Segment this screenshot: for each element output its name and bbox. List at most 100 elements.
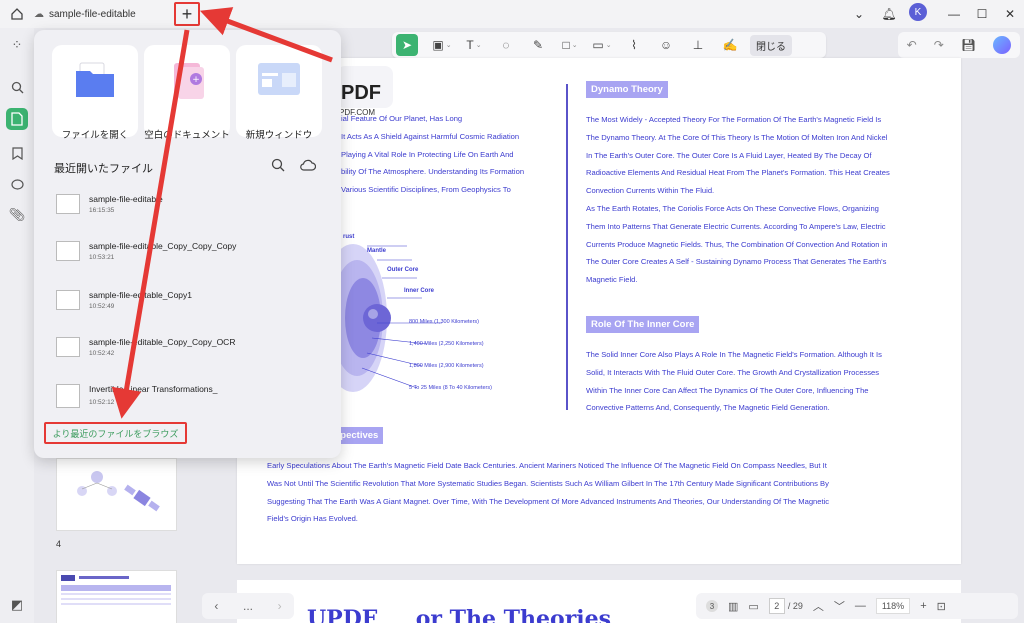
file-thumbnail	[56, 337, 80, 357]
chevron-up-icon[interactable]: ︿	[813, 598, 824, 614]
close-button[interactable]: 閉じる	[750, 34, 792, 56]
open-file-tile[interactable]: ファイルを開く	[52, 45, 138, 141]
text-line: Radioactive Elements And Residual Heat F…	[586, 168, 890, 178]
search-icon[interactable]	[268, 155, 288, 175]
maximize-icon[interactable]: ☐	[971, 3, 993, 25]
right-toolbar: ↶ ↷ 💾︎	[898, 32, 1020, 58]
fit-page-icon[interactable]: ⊡	[937, 600, 946, 613]
recent-file-item[interactable]: sample-file-editable 16:15:35	[54, 192, 324, 236]
shape-tool-icon[interactable]: □ ⌄	[554, 34, 586, 56]
notification-icon[interactable]: 🔔︎	[878, 3, 900, 25]
left-sidebar: ⁘ 📎︎ ◩	[0, 28, 34, 623]
chevron-left-icon[interactable]: ‹	[214, 599, 218, 613]
sticker-tool-icon[interactable]: ☺	[650, 34, 682, 56]
text-line: Convective Patterns And, Consequently, T…	[586, 403, 830, 413]
save-icon[interactable]: 💾︎	[961, 38, 976, 52]
recent-file-item[interactable]: sample-file-editable_Copy_Copy_OCR 10:52…	[54, 335, 324, 379]
home-icon[interactable]	[6, 3, 28, 25]
badge-count: 3	[706, 600, 718, 612]
text-line: The Solid Inner Core Also Plays A Role I…	[586, 350, 882, 359]
apps-grid-icon[interactable]: ⁘	[6, 34, 28, 56]
cloud-icon[interactable]	[298, 155, 318, 175]
redo-icon[interactable]: ↷	[934, 38, 944, 52]
text-line: Convection Currents Within The Fluid.	[586, 186, 715, 196]
minimize-icon[interactable]: —	[943, 3, 965, 25]
more-button[interactable]: ...	[243, 599, 253, 613]
select-tool-icon[interactable]: ➤	[396, 34, 418, 56]
text-line: The Dynamo Theory. At The Core Of This T…	[586, 132, 888, 142]
layers-icon[interactable]: ◩	[6, 594, 28, 616]
browse-recent-files-link[interactable]: より最近のファイルをブラウズ	[44, 422, 187, 444]
text-line: Suggesting That The Earth Was A Giant Ma…	[267, 496, 830, 506]
presentation-icon[interactable]: ▭	[748, 600, 758, 613]
file-time: 10:52:12	[89, 399, 115, 406]
chevron-down-icon[interactable]: ﹀	[834, 598, 845, 614]
file-time: 10:52:49	[89, 303, 115, 310]
page-thumbnail[interactable]	[56, 570, 177, 623]
document-tab[interactable]: ☁ sample-file-editable	[34, 2, 164, 26]
comment-tool-icon[interactable]: ◌	[490, 34, 522, 56]
zoom-level[interactable]: 118%	[875, 598, 911, 614]
zoom-in-icon[interactable]: +	[920, 600, 926, 612]
add-tab-button[interactable]: +	[174, 2, 200, 26]
open-file-label: ファイルを開く	[61, 130, 129, 141]
search-icon[interactable]	[6, 76, 28, 98]
plus-icon: +	[181, 3, 193, 24]
page-nav-right: 3 ▥ ▭ 2 / 29 ︿ ﹀ — 118% + ⊡	[696, 593, 1018, 619]
attach-tool-icon[interactable]: ⌇	[618, 34, 650, 56]
text-line: Solid, It Interacts With The Fluid Outer…	[586, 367, 880, 377]
perspectives-paragraph: Early Speculations About The Earth's Mag…	[267, 457, 829, 528]
page-nav-left: ‹ ... ›	[202, 593, 294, 619]
undo-icon[interactable]: ↶	[907, 38, 917, 52]
diagram-distance-2: 1,400 Miles (2,250 Kilometers)	[409, 341, 484, 347]
highlight-pen-icon[interactable]: ✎	[522, 34, 554, 56]
avatar[interactable]: K	[909, 3, 927, 21]
file-name: sample-file-editable_Copy_Copy_OCR	[89, 337, 236, 347]
new-window-tile[interactable]: 新規ウィンドウ	[236, 45, 322, 141]
file-time: 16:15:35	[89, 207, 115, 214]
current-page-input[interactable]: 2	[768, 598, 785, 614]
text-line: Field's Origin Has Evolved.	[267, 514, 358, 524]
bookmark-icon[interactable]	[6, 142, 28, 164]
ai-assistant-icon[interactable]	[993, 36, 1012, 54]
signature-tool-icon[interactable]: ✍	[714, 34, 746, 56]
inner-core-paragraph: The Solid Inner Core Also Plays A Role I…	[586, 346, 882, 417]
text-line: The Outer Core Creates A Self - Sustaini…	[586, 257, 887, 267]
tab-title: sample-file-editable	[49, 8, 136, 20]
zoom-out-icon[interactable]: —	[855, 600, 866, 612]
text-tool-icon[interactable]: T ⌄	[458, 34, 490, 56]
edit-toolbar: ➤ ▣ ⌄ T ⌄ ◌ ✎ □ ⌄ ▭ ⌄ ⌇ ☺ ⊥ ✍ 閉じる	[392, 32, 826, 58]
intro-paragraph: ial Feature Of Our Planet, Has Long It A…	[341, 110, 524, 199]
edit-box-icon[interactable]: ▣ ⌄	[426, 34, 458, 56]
recent-file-item[interactable]: Invertible Linear Transformations_ 10:52…	[54, 382, 324, 426]
recent-file-item[interactable]: sample-file-editable_Copy_Copy_Copy 10:5…	[54, 239, 324, 283]
file-thumbnail	[56, 384, 80, 408]
pages-icon[interactable]	[6, 108, 28, 130]
text-line: The Most Widely - Accepted Theory For Th…	[586, 115, 882, 124]
text-line: Playing A Vital Role In Protecting Life …	[341, 149, 514, 159]
updf-logo: PDF	[341, 82, 381, 104]
recent-file-item[interactable]: sample-file-editable_Copy1 10:52:49	[54, 288, 324, 332]
text-line: In The Earth's Outer Core. The Outer Cor…	[586, 150, 872, 160]
stamp-tool-icon[interactable]: ⊥	[682, 34, 714, 56]
measure-tool-icon[interactable]: ▭ ⌄	[586, 34, 618, 56]
reading-mode-icon[interactable]: ▥	[728, 600, 738, 613]
diagram-label-mantle: Mantle	[367, 248, 387, 254]
text-line: ial Feature Of Our Planet, Has Long	[341, 114, 463, 123]
file-time: 10:53:21	[89, 254, 115, 261]
attachment-icon[interactable]: 📎︎	[6, 204, 28, 226]
svg-text:+: +	[192, 75, 200, 85]
close-window-icon[interactable]: ✕	[999, 3, 1021, 25]
dynamo-paragraph: The Most Widely - Accepted Theory For Th…	[586, 111, 890, 289]
page-thumbnail[interactable]	[56, 458, 177, 531]
blank-document-tile[interactable]: + 空白のドキュメント	[144, 45, 230, 141]
chevron-down-icon[interactable]: ⌄	[848, 3, 870, 25]
file-time: 10:52:42	[89, 350, 115, 357]
text-line: Magnetic Field.	[586, 275, 638, 285]
document-page: PDF PDF.COM ial Feature Of Our Planet, H…	[237, 58, 961, 564]
total-pages: / 29	[787, 601, 803, 611]
comment-icon[interactable]	[6, 174, 28, 196]
diagram-distance-1: 800 Miles (1,300 Kilometers)	[409, 319, 480, 325]
chevron-right-icon[interactable]: ›	[278, 599, 282, 613]
diagram-distance-4: 5 To 25 Miles (8 To 40 Kilometers)	[409, 385, 492, 391]
